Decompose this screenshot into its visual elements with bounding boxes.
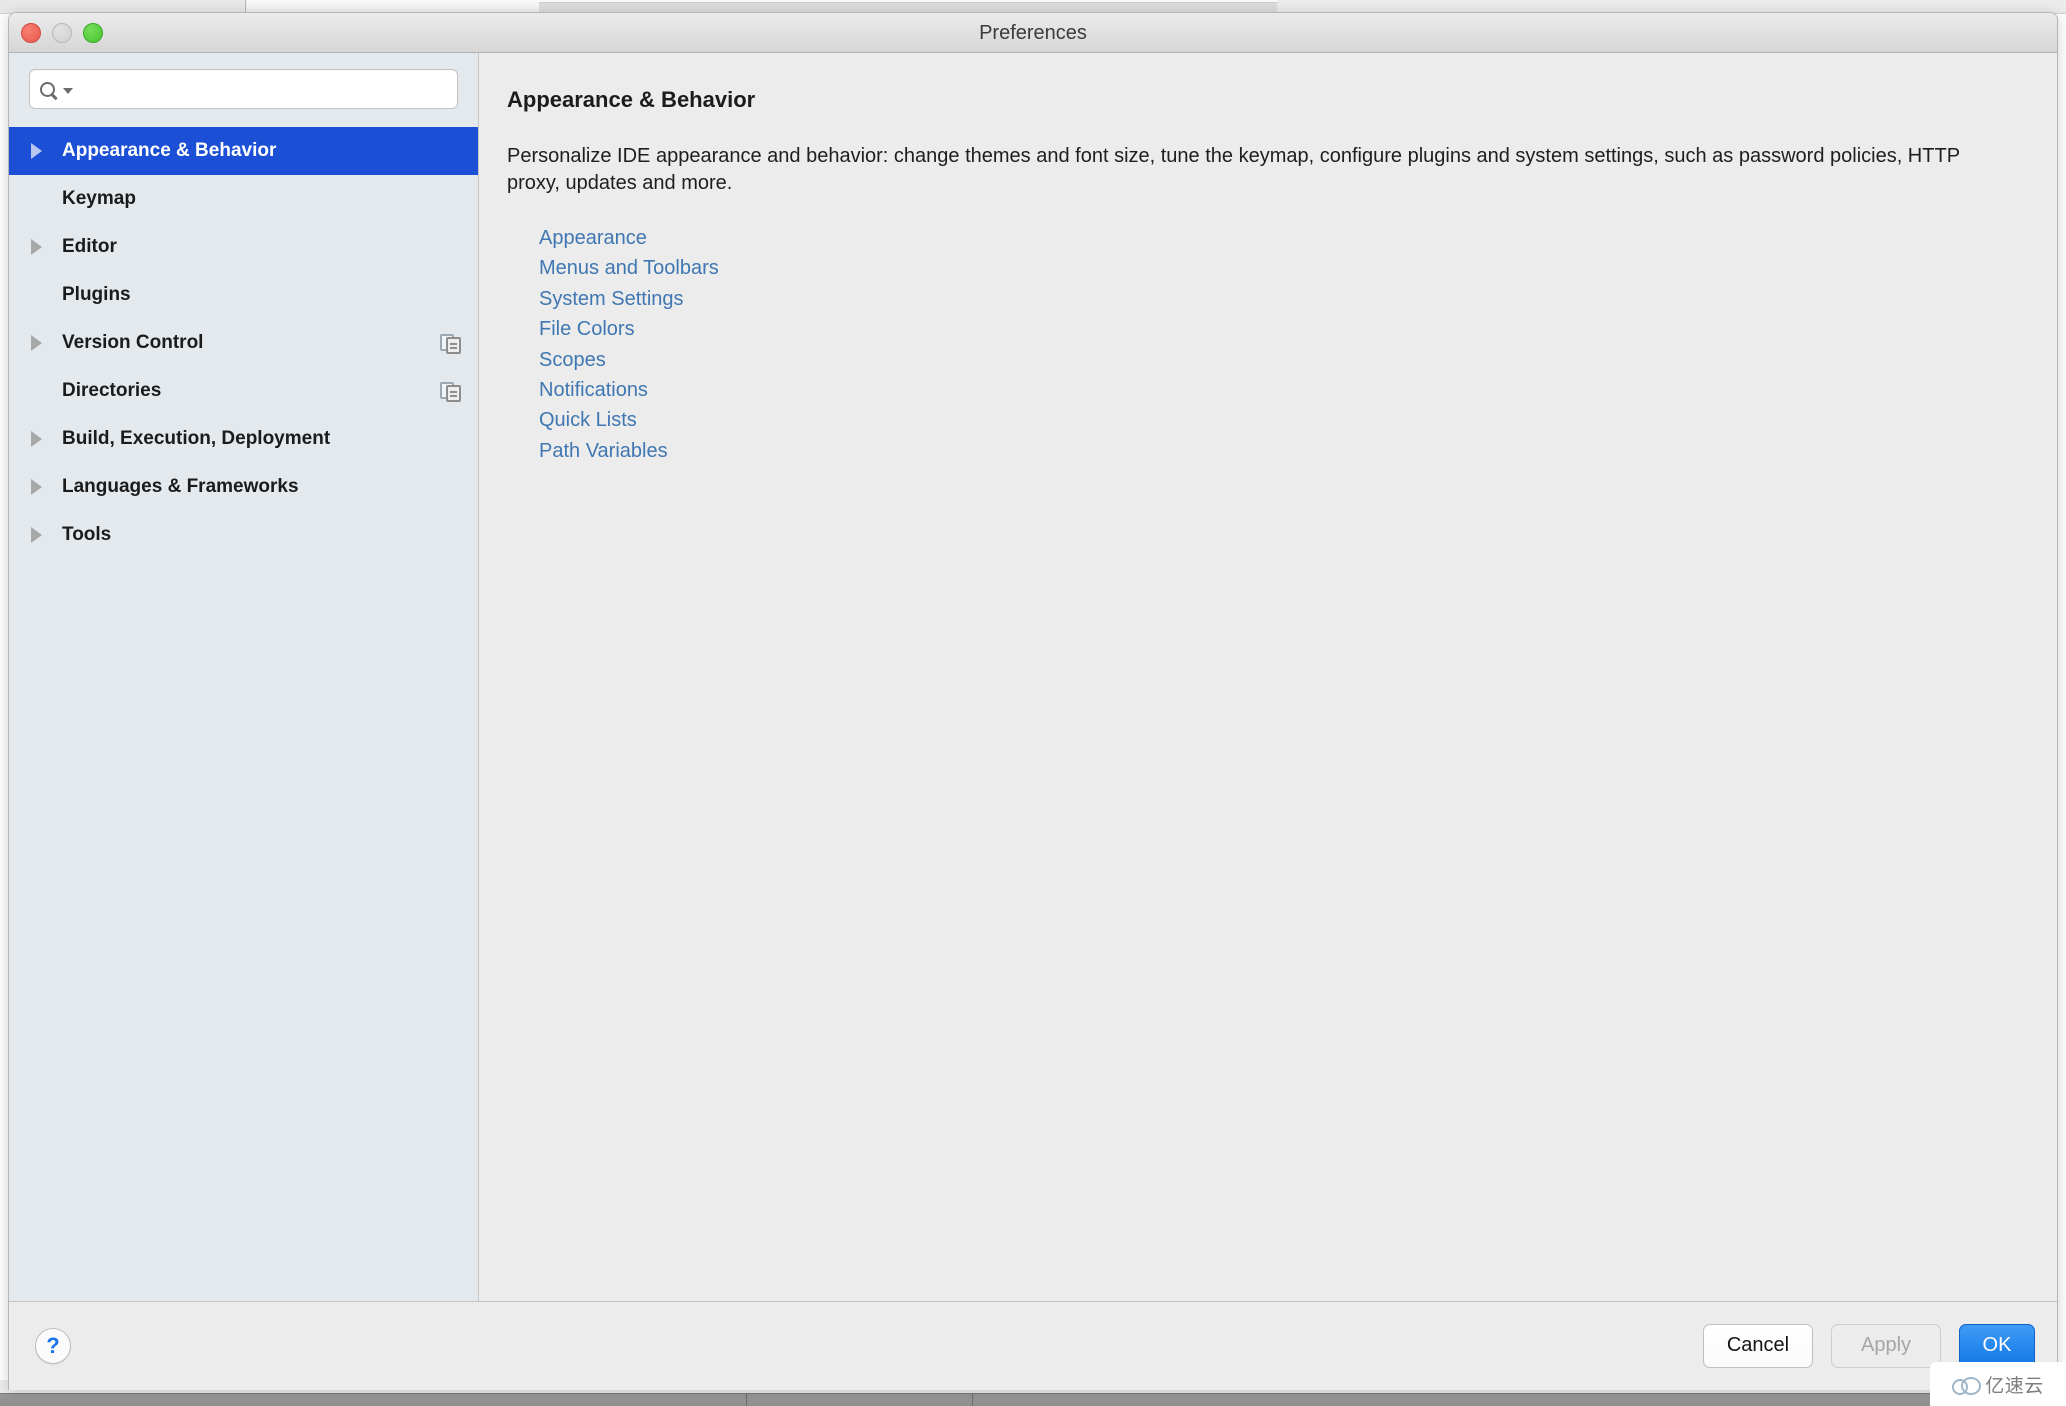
- sidebar-item-label: Appearance & Behavior: [62, 140, 277, 161]
- chevron-down-icon: [63, 87, 73, 94]
- expand-arrow-icon[interactable]: [31, 431, 53, 447]
- settings-link-scopes[interactable]: Scopes: [539, 345, 606, 375]
- sidebar-item-appearance-behavior[interactable]: Appearance & Behavior: [9, 127, 478, 175]
- background-window-left: [0, 0, 246, 12]
- dialog-titlebar: Preferences: [9, 13, 2057, 53]
- copy-document-icon: [440, 380, 462, 402]
- expand-arrow-icon[interactable]: [31, 335, 53, 351]
- expand-arrow-icon[interactable]: [31, 527, 53, 543]
- cancel-button[interactable]: Cancel: [1703, 1323, 1813, 1368]
- sidebar-item-label: Editor: [62, 236, 117, 257]
- settings-tree: Appearance & Behavior Keymap Editor Plugins…: [9, 127, 478, 559]
- sidebar-item-label: Tools: [62, 524, 112, 545]
- settings-main-panel: Appearance & Behavior Personalize IDE ap…: [479, 53, 2057, 1301]
- settings-link-notifications[interactable]: Notifications: [539, 375, 648, 405]
- page-title: Appearance & Behavior: [507, 87, 756, 112]
- apply-button[interactable]: Apply: [1831, 1323, 1941, 1368]
- expand-arrow-icon[interactable]: [31, 239, 53, 255]
- desktop-root: Preferences Appearance & Behavior Keymap E…: [0, 0, 2066, 1406]
- watermark-text: 亿速云: [1985, 1375, 2044, 1397]
- sidebar-item-label: Languages & Frameworks: [62, 476, 299, 497]
- background-bottom-divider: [972, 1393, 973, 1406]
- background-window-right: [1277, 0, 2066, 12]
- copy-document-icon: [440, 332, 462, 354]
- project-scope-badge: [440, 380, 462, 402]
- sidebar-item-build-execution-deployment[interactable]: Build, Execution, Deployment: [9, 415, 478, 463]
- sidebar-item-editor[interactable]: Editor: [9, 223, 478, 271]
- dialog-footer: ? Cancel Apply OK: [9, 1301, 2057, 1389]
- search-box[interactable]: [29, 69, 458, 109]
- search-container: [9, 53, 478, 109]
- sidebar-item-directories[interactable]: Directories: [9, 367, 478, 415]
- sidebar-item-label: Plugins: [62, 284, 131, 305]
- settings-link-system-settings[interactable]: System Settings: [539, 284, 684, 314]
- page-description: Personalize IDE appearance and behavior:…: [507, 145, 1960, 194]
- sidebar-item-keymap[interactable]: Keymap: [9, 175, 478, 223]
- sidebar-item-plugins[interactable]: Plugins: [9, 271, 478, 319]
- background-bottom-divider: [746, 1393, 747, 1406]
- dialog-body: Appearance & Behavior Keymap Editor Plugins…: [9, 53, 2057, 1301]
- settings-link-menus-and-toolbars[interactable]: Menus and Toolbars: [539, 253, 719, 283]
- sidebar-item-version-control[interactable]: Version Control: [9, 319, 478, 367]
- dialog-title: Preferences: [979, 21, 1087, 44]
- ok-button[interactable]: OK: [1959, 1323, 2035, 1368]
- sidebar-item-label: Version Control: [62, 332, 204, 353]
- help-button[interactable]: ?: [35, 1327, 71, 1364]
- settings-link-path-variables[interactable]: Path Variables: [539, 436, 668, 466]
- search-input[interactable]: [81, 79, 447, 99]
- background-window-bottom-bar: [0, 1393, 2066, 1406]
- cloud-icon: [1952, 1376, 1982, 1395]
- preferences-dialog: Preferences Appearance & Behavior Keymap E…: [8, 12, 2058, 1390]
- settings-sidebar: Appearance & Behavior Keymap Editor Plugins…: [9, 53, 479, 1301]
- settings-link-appearance[interactable]: Appearance: [539, 223, 647, 253]
- background-window-center: [247, 0, 1524, 12]
- expand-arrow-icon[interactable]: [31, 143, 53, 159]
- sidebar-item-label: Directories: [62, 380, 162, 401]
- dialog-action-buttons: Cancel Apply OK: [1703, 1323, 2035, 1368]
- settings-link-file-colors[interactable]: File Colors: [539, 314, 635, 344]
- settings-link-quick-lists[interactable]: Quick Lists: [539, 405, 637, 435]
- project-scope-badge: [440, 332, 462, 354]
- search-icon[interactable]: [40, 81, 73, 97]
- sidebar-item-label: Keymap: [62, 188, 136, 209]
- sidebar-item-label: Build, Execution, Deployment: [62, 428, 331, 449]
- sidebar-item-languages-frameworks[interactable]: Languages & Frameworks: [9, 463, 478, 511]
- watermark: 亿速云: [1930, 1362, 2066, 1406]
- settings-link-list: Appearance Menus and Toolbars System Setti…: [539, 223, 2027, 466]
- sidebar-item-tools[interactable]: Tools: [9, 511, 478, 559]
- expand-arrow-icon[interactable]: [31, 479, 53, 495]
